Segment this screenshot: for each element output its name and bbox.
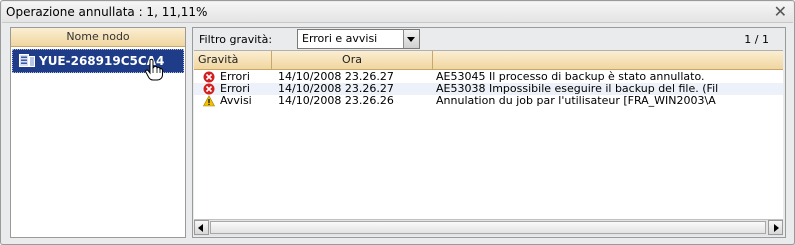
severity-filter-label: Filtro gravità: [199, 33, 273, 46]
node-column-header[interactable]: Nome nodo [11, 28, 185, 47]
log-table: Gravità Ora Errori 14/10/2008 23.26.27 A… [194, 50, 783, 236]
severity-filter-select[interactable]: Errori e avvisi [297, 29, 420, 49]
column-header-severity[interactable]: Gravità [194, 51, 272, 69]
log-table-header: Gravità Ora [194, 51, 783, 70]
table-row[interactable]: Avvisi 14/10/2008 23.26.26 Annulation du… [194, 95, 783, 107]
close-icon[interactable]: ✕ [774, 2, 787, 21]
hand-cursor-icon [145, 59, 163, 81]
chevron-down-icon[interactable] [403, 30, 419, 48]
column-header-message[interactable] [432, 51, 783, 69]
server-icon [19, 54, 35, 67]
scroll-right-icon[interactable] [768, 220, 783, 235]
row-message: Annulation du job par l'utilisateur [FRA… [436, 94, 716, 107]
scrollbar-thumb[interactable] [210, 221, 766, 234]
window-title: Operazione annullata : 1, 11,11% [6, 5, 208, 19]
horizontal-scrollbar[interactable] [194, 219, 783, 236]
severity-filter-value: Errori e avvisi [302, 32, 378, 45]
log-panel: Filtro gravità: Errori e avvisi 1 / 1 Gr… [192, 27, 786, 238]
job-log-window: Operazione annullata : 1, 11,11% ✕ Nome … [0, 0, 795, 245]
error-icon [203, 83, 215, 95]
column-header-time[interactable]: Ora [272, 51, 433, 69]
row-time: 14/10/2008 23.26.26 [278, 94, 394, 107]
warning-icon [203, 95, 215, 107]
row-severity: Avvisi [220, 94, 252, 107]
scroll-left-icon[interactable] [194, 220, 209, 235]
title-bar: Operazione annullata : 1, 11,11% ✕ [2, 2, 793, 23]
page-indicator: 1 / 1 [744, 33, 769, 46]
error-icon [203, 71, 215, 83]
